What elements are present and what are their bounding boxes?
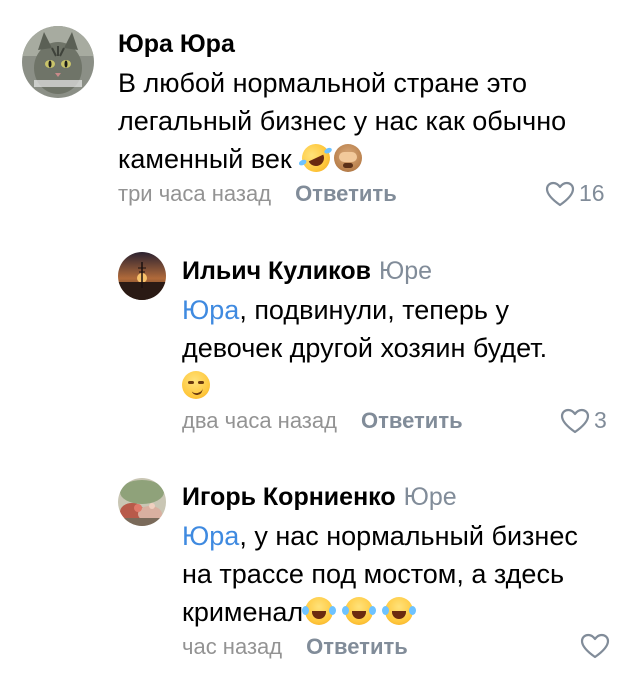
like-button[interactable] (580, 633, 614, 659)
comment-meta: час назад Ответить (182, 634, 408, 660)
reply-to-name[interactable]: Юре (404, 483, 457, 511)
comment-time[interactable]: час назад (182, 634, 282, 659)
comment-line: крименал (182, 593, 578, 631)
comment-3: Игорь Корниенко Юре Юра, у нас нормальный… (0, 0, 640, 673)
comment-line: Юра, у нас нормальный бизнес (182, 517, 578, 555)
reply-button[interactable]: Ответить (306, 634, 408, 659)
heart-outline-icon (580, 633, 610, 659)
face-with-tears-of-joy-emoji-icon (302, 597, 334, 625)
avatar-flowers[interactable] (118, 478, 166, 526)
flowers-avatar-image (118, 478, 166, 526)
comment-text: Юра, у нас нормальный бизнес на трассе п… (182, 517, 578, 631)
comment-author[interactable]: Игорь Корниенко Юре (182, 483, 457, 512)
comment-line-text: крименал (182, 597, 304, 627)
author-name[interactable]: Игорь Корниенко (182, 483, 396, 511)
comment-line-text: , у нас нормальный бизнес (239, 521, 578, 551)
comment-line: на трассе под мостом, а здесь (182, 559, 565, 589)
face-with-tears-of-joy-emoji-icon (342, 597, 374, 625)
face-with-tears-of-joy-emoji-icon (382, 597, 414, 625)
mention-link[interactable]: Юра (182, 521, 239, 551)
